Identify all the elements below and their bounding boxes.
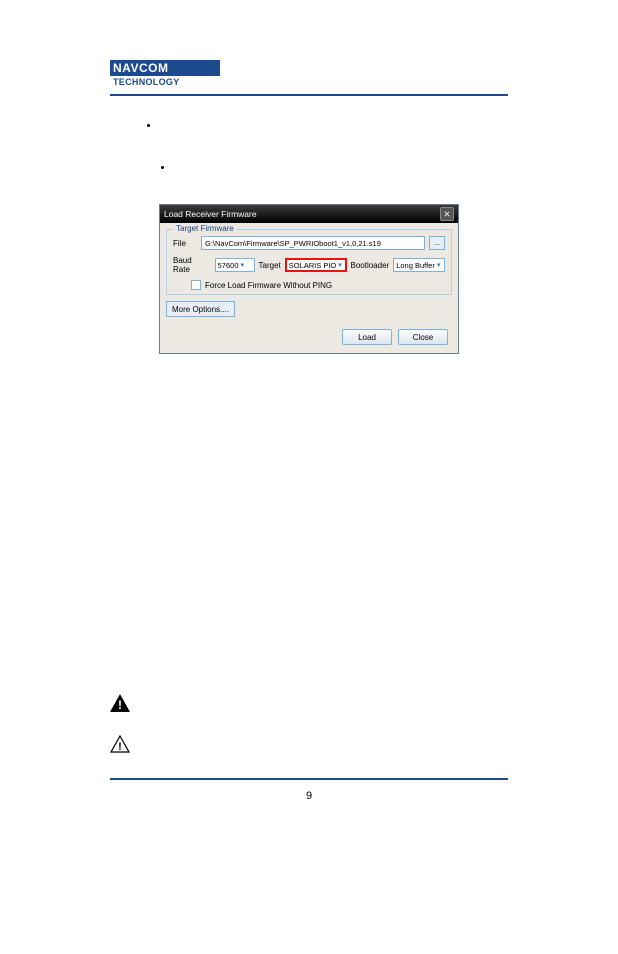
force-load-checkbox[interactable] <box>191 280 201 290</box>
bullet-item <box>160 120 508 132</box>
close-icon: ✕ <box>443 210 450 219</box>
browse-button[interactable]: ... <box>429 236 445 250</box>
bullet-item <box>174 162 508 174</box>
load-button[interactable]: Load <box>342 329 392 345</box>
target-value: SOLARIS PIO <box>289 261 337 270</box>
page-number: 9 <box>110 790 508 802</box>
bootloader-select[interactable]: Long Buffer ▾ <box>393 258 445 272</box>
bootloader-value: Long Buffer <box>396 261 435 270</box>
bootloader-label: Bootloader <box>351 261 390 270</box>
file-path-input[interactable]: G:\NavCom\Firmware\SP_PWRIOboot1_v1,0,21… <box>201 236 425 250</box>
more-options-button[interactable]: More Options.... <box>166 301 235 317</box>
warning-notice: ! <box>110 694 508 717</box>
dialog-title: Load Receiver Firmware <box>164 209 257 219</box>
bottom-divider <box>110 778 508 780</box>
chevron-down-icon: ▾ <box>437 261 441 269</box>
warning-icon: ! <box>110 694 130 717</box>
load-firmware-dialog: Load Receiver Firmware ✕ Target Firmware… <box>159 204 459 354</box>
svg-text:TECHNOLOGY: TECHNOLOGY <box>113 77 180 87</box>
caution-notice: ! <box>110 735 508 758</box>
caution-icon: ! <box>110 735 130 758</box>
baud-rate-select[interactable]: 57600 ▾ <box>215 258 255 272</box>
close-dialog-button[interactable]: Close <box>398 329 448 345</box>
baud-rate-value: 57600 <box>218 261 239 270</box>
bullet-list <box>110 120 508 174</box>
close-button[interactable]: ✕ <box>440 207 454 221</box>
chevron-down-icon: ▾ <box>241 261 245 269</box>
target-select[interactable]: SOLARIS PIO ▾ <box>285 258 347 272</box>
force-load-label: Force Load Firmware Without PING <box>205 281 332 290</box>
dialog-titlebar: Load Receiver Firmware ✕ <box>160 205 458 223</box>
target-label: Target <box>259 261 281 270</box>
top-divider <box>110 94 508 96</box>
ellipsis-icon: ... <box>434 240 440 247</box>
navcom-logo: NAVCOM TECHNOLOGY <box>110 60 508 88</box>
svg-text:!: ! <box>118 741 122 753</box>
fieldset-legend: Target Firmware <box>173 224 237 233</box>
svg-text:NAVCOM: NAVCOM <box>113 61 168 75</box>
baud-rate-label: Baud Rate <box>173 256 211 274</box>
chevron-down-icon: ▾ <box>338 261 342 269</box>
svg-text:!: ! <box>118 698 122 712</box>
file-label: File <box>173 239 197 248</box>
target-firmware-fieldset: Target Firmware File G:\NavCom\Firmware\… <box>166 229 452 295</box>
